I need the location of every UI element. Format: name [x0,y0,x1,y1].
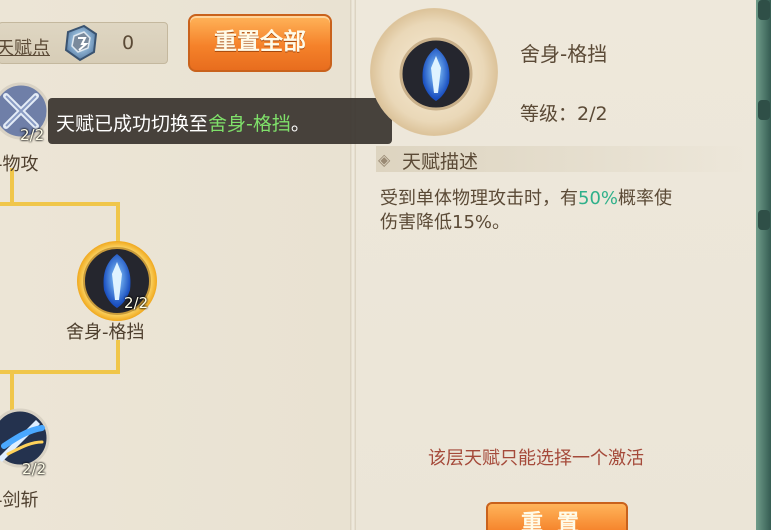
window-edge-decoration [756,0,771,530]
reset-button[interactable]: 重置 [486,502,628,530]
edge-knob [758,100,770,120]
reset-all-button[interactable]: 重置全部 [188,14,332,72]
tree-connector [0,202,120,206]
node-level: 2/2 [124,294,149,312]
tree-connector [10,370,14,414]
talent-tree-panel [0,0,350,530]
skill-level: 等级：2/2 [520,103,608,125]
edge-knob [758,210,770,230]
edge-knob [758,0,770,20]
skill-name: 舍身-格挡 [520,42,608,66]
layer-activation-note: 该层天赋只能选择一个激活 [428,448,644,469]
node-level: 2/2 [20,126,45,144]
description-text: 受到单体物理攻击时，有 [380,188,578,209]
description-title: 天赋描述 [402,151,479,173]
talent-points-value: 0 [122,32,135,54]
toast-talent-name: 舍身-格挡 [208,113,291,135]
talent-points-label: 天赋点 [0,38,50,59]
talent-screen: 天赋点 0 重置全部 2/2 -物攻 2/2 舍身-格挡 2/2 -剑斩 天赋已… [0,0,771,530]
description-text: 概率使 [618,188,673,209]
tree-connector [0,370,120,374]
toast-message: 天赋已成功切换至舍身-格挡。 [56,109,310,136]
toast-prefix: 天赋已成功切换至 [56,113,209,135]
tree-connector [116,340,120,374]
talent-stone-icon [64,24,98,62]
description-line-1: 受到单体物理攻击时，有50%概率使 [380,184,672,210]
description-percent: 50% [578,188,619,209]
node-label: -剑斩 [0,490,39,511]
node-level: 2/2 [22,460,47,478]
blue-crystal-shield-icon [399,37,473,111]
toast-suffix: 。 [290,113,310,135]
description-line-2: 伤害降低15%。 [380,212,511,233]
node-label: 舍身-格挡 [66,322,145,343]
toast-notification: 天赋已成功切换至舍身-格挡。 [48,98,392,144]
diamond-bullet-icon: ◈ [378,150,391,169]
node-label: -物攻 [0,154,39,175]
